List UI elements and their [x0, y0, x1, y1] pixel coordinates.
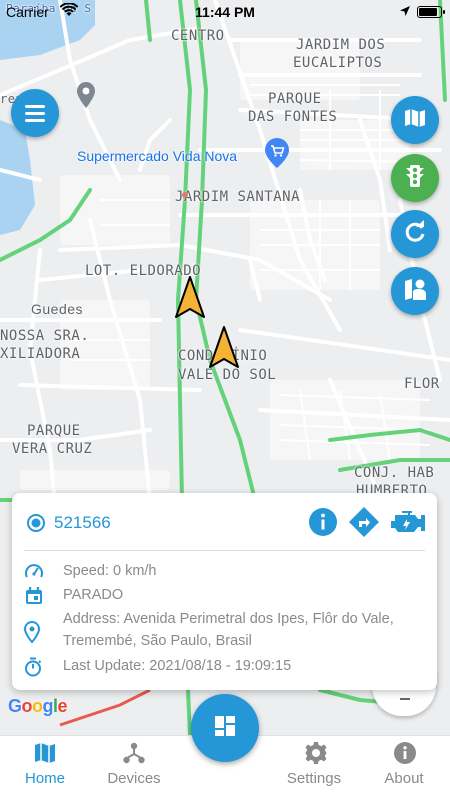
vehicle-marker[interactable] — [174, 275, 206, 325]
nav-home[interactable]: Home — [0, 736, 90, 800]
refresh-icon — [402, 219, 428, 250]
map-label-xiliadora: XILIADORA — [0, 346, 81, 362]
google-logo: Google — [8, 696, 68, 716]
address-text: Address: Avenida Perimetral dos Ipes, Fl… — [63, 611, 394, 649]
map-label-guedes: Guedes — [31, 301, 84, 317]
map-label-parque: PARQUE — [268, 91, 322, 107]
refresh-button[interactable] — [391, 210, 439, 258]
vehicle-marker[interactable] — [208, 325, 240, 375]
stopwatch-icon — [24, 657, 42, 684]
nav-devices-label: Devices — [107, 770, 161, 787]
shopping-cart-pin-icon[interactable] — [265, 138, 289, 173]
dashboard-icon — [213, 714, 237, 743]
map-label-centro: CENTRO — [171, 28, 225, 44]
nav-settings-label: Settings — [286, 770, 342, 787]
map-label-vera-cruz: VERA CRUZ — [12, 441, 93, 457]
traffic-light-icon — [404, 164, 426, 193]
map-label-conj-hab: CONJ. HAB — [354, 465, 435, 481]
status-bar: Carrier 11:44 PM — [0, 0, 450, 24]
last-update-text: Last Update: 2021/08/18 - 19:09:15 — [63, 658, 292, 674]
traffic-toggle-button[interactable] — [391, 154, 439, 202]
map-label-parque-2: PARQUE — [27, 423, 81, 439]
battery-icon — [417, 6, 445, 18]
location-arrow-icon — [399, 4, 411, 20]
map-pin-icon[interactable] — [77, 82, 95, 113]
nav-about[interactable]: About — [359, 736, 449, 800]
dashboard-button[interactable] — [191, 694, 259, 762]
device-id: 521566 — [54, 513, 111, 532]
status-time: 11:44 PM — [195, 4, 255, 20]
map-label-flor: FLOR — [404, 376, 440, 392]
small-poi-icon — [181, 186, 189, 204]
devices-network-icon — [122, 741, 146, 770]
map-label-jardim-dos: JARDIM DOS — [296, 37, 386, 53]
gear-icon — [304, 741, 328, 770]
map-label-das-fontes: DAS FONTES — [248, 109, 338, 125]
map-type-button[interactable] — [391, 96, 439, 144]
info-icon — [393, 741, 417, 770]
divider — [24, 550, 425, 551]
nav-devices[interactable]: Devices — [89, 736, 179, 800]
map-icon — [403, 106, 427, 135]
map-icon — [34, 741, 56, 770]
card-header: 521566 — [12, 493, 437, 550]
nav-home-label: Home — [24, 770, 65, 787]
hamburger-icon — [25, 104, 45, 108]
map-label-eucaliptos: EUCALIPTOS — [293, 55, 383, 71]
map-label-nossa-sra: NOSSA SRA. — [0, 328, 90, 344]
minus-icon — [400, 688, 410, 709]
engine-icon[interactable] — [388, 509, 428, 540]
map-label-jardim-santana: JARDIM SANTANA — [175, 189, 301, 205]
target-icon — [26, 513, 46, 538]
status-row: PARADO — [24, 584, 427, 606]
geofence-icon — [402, 276, 428, 307]
device-info-card[interactable]: 521566 Speed: 0 km/h PARADO Address: Ave… — [12, 493, 437, 690]
info-button[interactable] — [308, 507, 338, 542]
geofence-button[interactable] — [391, 267, 439, 315]
address-row: Address: Avenida Perimetral dos Ipes, Fl… — [23, 608, 427, 654]
status-text: PARADO — [63, 587, 124, 603]
location-pin-icon — [23, 620, 41, 650]
nav-about-label: About — [384, 770, 424, 787]
menu-button[interactable] — [11, 89, 59, 137]
nav-settings[interactable]: Settings — [269, 736, 359, 800]
last-update-row: Last Update: 2021/08/18 - 19:09:15 — [24, 655, 427, 677]
map-label-supermercado[interactable]: Supermercado Vida Nova — [77, 147, 237, 165]
directions-button[interactable] — [348, 506, 380, 543]
speed-row: Speed: 0 km/h — [24, 560, 427, 582]
speed-text: Speed: 0 km/h — [63, 563, 157, 579]
